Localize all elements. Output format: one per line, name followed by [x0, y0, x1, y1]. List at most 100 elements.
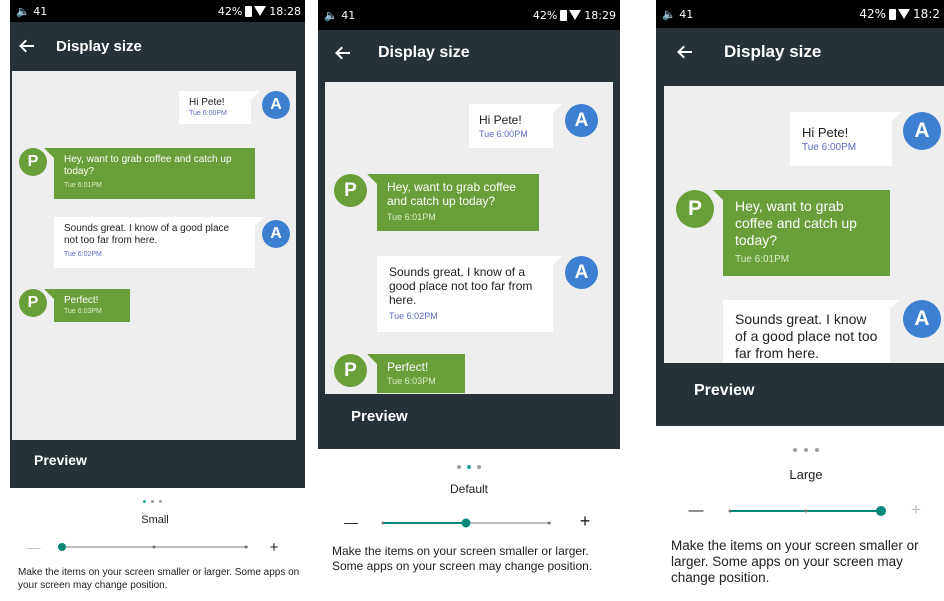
message-text: Hi Pete!: [802, 125, 849, 140]
chat-bubble: Hi Pete! Tue 6:00PM: [179, 91, 251, 124]
message-text: Hey, want to grab coffee and catch up to…: [64, 154, 232, 177]
page-dot: [477, 465, 481, 469]
message-time: Tue 6:02PM: [64, 251, 102, 258]
page-dot: [804, 448, 808, 452]
slider-tick: [152, 545, 156, 549]
preview-label: Preview: [694, 382, 755, 399]
avatar: A: [262, 220, 290, 248]
decrease-size-button[interactable]: —: [340, 512, 362, 532]
decrease-size-button[interactable]: —: [684, 500, 708, 520]
message-time: Tue 6:01PM: [64, 182, 102, 189]
size-label: Small: [141, 514, 169, 526]
page-dot: [793, 448, 797, 452]
battery-percent: 42%: [532, 8, 558, 22]
decrease-size-button[interactable]: —: [24, 538, 44, 556]
slider-track-active: [383, 522, 466, 524]
volume-icon: 🔈: [324, 8, 338, 22]
slider-tick: [244, 545, 248, 549]
chat-bubble: Sounds great. I know of a good place not…: [377, 256, 553, 332]
message-time: Tue 6:00PM: [189, 110, 227, 117]
message-text: Perfect!: [64, 295, 99, 306]
increase-size-button[interactable]: +: [574, 510, 596, 532]
bubble-tail: [552, 104, 562, 114]
phone-screen-large: 🔈 41 42% 18:2 Display size Hi Pete! Tue 6…: [656, 0, 944, 601]
page-indicator[interactable]: [10, 500, 295, 503]
preview-label: Preview: [34, 452, 87, 468]
slider-thumb[interactable]: [58, 543, 66, 551]
battery-icon: [560, 9, 568, 21]
app-bar: Display size: [10, 22, 305, 70]
avatar: A: [565, 104, 598, 137]
notification-count: 41: [33, 4, 48, 18]
volume-icon: 🔈: [662, 7, 676, 21]
message-time: Tue 6:01PM: [735, 254, 790, 265]
notification-count: 41: [679, 7, 694, 21]
slider-thumb[interactable]: [876, 506, 886, 516]
phone-screen-default: 🔈 41 42% 18:29 Display size Hi Pete! Tue …: [318, 0, 620, 601]
avatar: A: [903, 300, 941, 338]
page-dot: [159, 500, 162, 503]
message-text: Perfect!: [387, 360, 429, 374]
size-slider[interactable]: [381, 515, 553, 531]
status-bar: 🔈 41 42% 18:29: [318, 0, 620, 30]
preview-label: Preview: [351, 408, 408, 425]
slider-tick: [547, 521, 551, 525]
bubble-tail: [254, 217, 264, 227]
app-bar: Display size: [318, 30, 620, 76]
message-text: Sounds great. I know of a good place not…: [389, 265, 533, 307]
slider-tick: [728, 509, 732, 513]
clock: 18:2: [913, 7, 940, 21]
page-title: Display size: [56, 37, 142, 55]
clock: 18:29: [584, 8, 616, 22]
volume-icon: 🔈: [16, 4, 30, 18]
bubble-tail: [250, 91, 260, 101]
page-dot: [467, 465, 471, 469]
message-time: Tue 6:02PM: [389, 311, 438, 321]
message-text: Hey, want to grab coffee and catch up to…: [387, 180, 516, 208]
battery-percent: 42%: [859, 7, 887, 21]
status-bar: 🔈 41 42% 18:28: [10, 0, 305, 22]
increase-size-button[interactable]: +: [264, 538, 284, 556]
bubble-tail: [713, 190, 723, 200]
chat-bubble: Hey, want to grab coffee and catch up to…: [54, 148, 255, 199]
message-text: Hi Pete!: [479, 113, 522, 127]
message-time: Tue 6:01PM: [387, 212, 436, 222]
slider-thumb[interactable]: [461, 518, 471, 528]
avatar: P: [19, 148, 47, 176]
page-indicator[interactable]: [656, 448, 944, 452]
message-time: Tue 6:03PM: [64, 308, 102, 315]
slider-tick: [381, 521, 385, 525]
wifi-icon: [569, 10, 582, 20]
chat-bubble: Perfect! Tue 6:03PM: [54, 289, 130, 322]
message-text: Sounds great. I know of a good place not…: [64, 223, 230, 246]
battery-icon: [245, 5, 253, 17]
phone-screen-small: 🔈 41 42% 18:28 Display size Hi Pete! Tue …: [10, 0, 305, 601]
wifi-icon: [254, 6, 267, 16]
page-dot: [151, 500, 154, 503]
avatar: P: [334, 354, 367, 387]
chat-preview: Hi Pete! Tue 6:00PM A Hey, want to grab …: [12, 71, 296, 440]
chat-bubble: Hey, want to grab coffee and catch up to…: [723, 190, 890, 276]
bubble-tail: [891, 112, 901, 122]
avatar: A: [565, 256, 598, 289]
size-slider[interactable]: [728, 502, 889, 520]
app-bar: Display size: [656, 28, 944, 76]
message-text: Sounds great. I know of a good place not…: [735, 311, 878, 361]
back-arrow-icon[interactable]: [336, 46, 350, 60]
increase-size-button[interactable]: +: [906, 500, 926, 520]
chat-preview: Hi Pete! Tue 6:00PM A Hey, want to grab …: [325, 82, 613, 394]
avatar: A: [903, 112, 941, 150]
size-slider[interactable]: [58, 540, 252, 554]
back-arrow-icon[interactable]: [678, 45, 692, 59]
wifi-icon: [898, 9, 911, 19]
page-title: Display size: [724, 42, 822, 61]
page-indicator[interactable]: [318, 465, 620, 469]
size-label: Default: [449, 482, 489, 496]
battery-icon: [889, 8, 897, 20]
slider-tick: [804, 509, 808, 513]
bubble-tail: [552, 256, 562, 266]
back-arrow-icon[interactable]: [20, 39, 34, 53]
bubble-tail: [889, 300, 899, 310]
battery-percent: 42%: [217, 4, 243, 18]
avatar: P: [19, 289, 47, 317]
